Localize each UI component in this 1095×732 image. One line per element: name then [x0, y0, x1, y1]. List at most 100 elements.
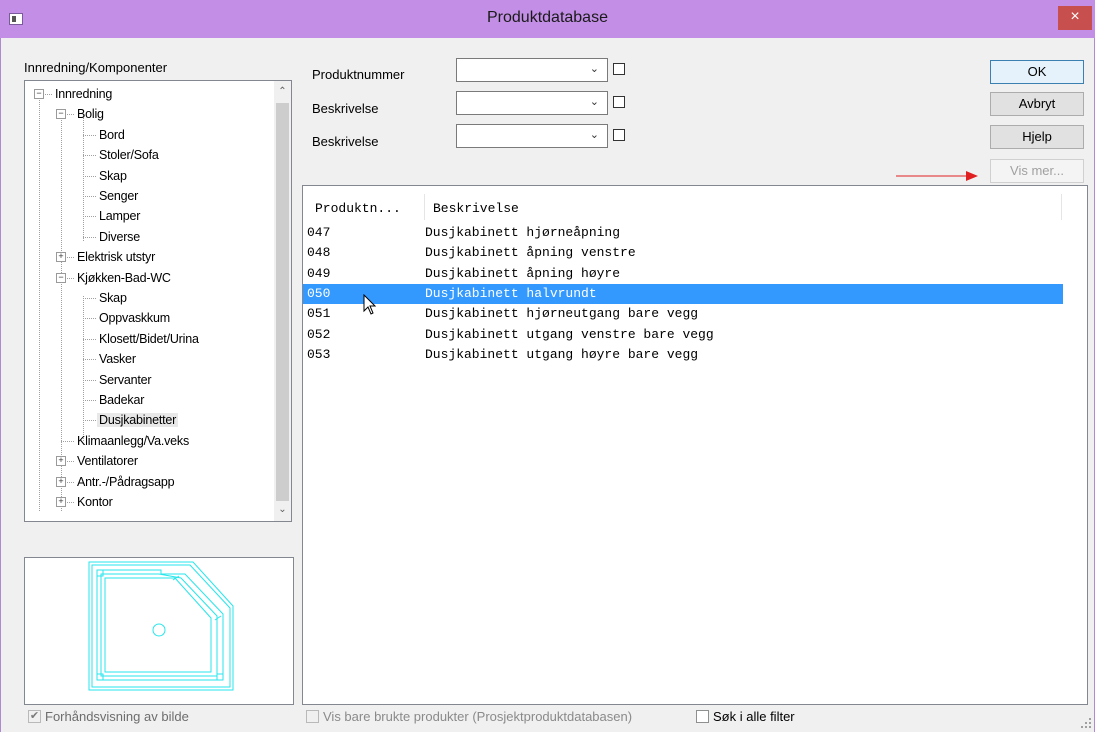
column-divider[interactable] [1061, 194, 1062, 220]
chevron-down-icon: ⌄ [589, 129, 599, 141]
tree-item-label: Badekar [99, 393, 145, 407]
tree-item[interactable]: Dusjkabinetter [97, 411, 179, 429]
tree-connector [83, 236, 96, 238]
tree-item[interactable]: Skap [97, 289, 129, 307]
tree-connector [83, 379, 96, 381]
tree-connector [83, 216, 96, 218]
search-all-toggle[interactable]: Søk i alle filter [696, 709, 795, 724]
table-row[interactable]: 052 Dusjkabinett utgang venstre bare vegg [303, 325, 1063, 345]
show-more-button[interactable]: Vis mer... [990, 159, 1084, 183]
product-number-filter-checkbox[interactable] [613, 63, 625, 75]
cell-product-number: 053 [307, 346, 331, 362]
expand-icon[interactable]: + [56, 456, 66, 467]
cell-description: Dusjkabinett åpning venstre [425, 245, 636, 261]
collapse-icon[interactable]: − [56, 272, 66, 283]
tree-connector [83, 400, 96, 401]
preview-image [24, 557, 294, 705]
expand-icon[interactable]: + [56, 476, 66, 487]
tree-item-label: Klimaanlegg/Va.veks [77, 433, 190, 448]
tree-item-label: Stoler/Sofa [99, 148, 159, 163]
column-divider[interactable] [424, 194, 425, 220]
preview-checkbox[interactable]: ✔ [28, 710, 41, 723]
tree-connector [83, 196, 96, 197]
collapse-icon[interactable]: − [34, 89, 44, 99]
tree-item-label: Antr.-/Pådragsapp [77, 474, 175, 489]
expand-icon[interactable]: + [56, 252, 66, 263]
tree-content: Innredning − Bolig − Bord Stoler/Sofa Skap Seng… [25, 81, 275, 521]
description-2-filter-checkbox[interactable] [613, 129, 625, 141]
tree-item-label: Kontor [77, 495, 113, 509]
scroll-thumb[interactable] [276, 103, 289, 501]
tree-item-label: Ventilatorer [77, 454, 138, 469]
ok-button[interactable]: OK [990, 60, 1084, 84]
tree-connector [83, 359, 96, 361]
tree-item[interactable]: Vasker [97, 350, 138, 368]
table-row[interactable]: 049 Dusjkabinett åpning høyre [303, 264, 1063, 284]
mouse-cursor-icon [363, 294, 377, 315]
tree-item[interactable]: Senger [97, 187, 140, 205]
column-header-description[interactable]: Beskrivelse [433, 186, 519, 220]
tree-item-label: Senger [99, 189, 139, 203]
tree-item[interactable]: Lamper [97, 207, 142, 225]
tree-item[interactable]: Stoler/Sofa [97, 146, 161, 164]
tree-connector [83, 134, 96, 136]
expand-icon[interactable]: + [56, 497, 66, 507]
tree-item[interactable]: Diverse [97, 228, 142, 246]
cell-description: Dusjkabinett utgang høyre bare vegg [425, 346, 699, 362]
tree-item-label: Skap [99, 168, 127, 183]
title-bar[interactable]: Produktdatabase × [0, 0, 1095, 38]
resize-grip-icon[interactable] [1080, 717, 1092, 729]
tree-item-label: Vasker [99, 352, 136, 367]
tree-guide-line [39, 95, 40, 511]
shower-cabinet-drawing [88, 561, 234, 691]
tree-item[interactable]: Servanter [97, 371, 153, 389]
tree-guide-line [61, 115, 62, 511]
tree-item[interactable]: Elektrisk utstyr [75, 248, 157, 266]
table-row[interactable]: 053 Dusjkabinett utgang høyre bare vegg [303, 345, 1063, 365]
tree-connector [83, 318, 96, 320]
preview-toggle[interactable]: ✔ Forhåndsvisning av bilde [28, 709, 189, 724]
scroll-down-icon[interactable]: ⌄ [274, 501, 291, 519]
column-header-product-number[interactable]: Produktn... [315, 186, 401, 220]
description-combo-1[interactable]: ⌄ [456, 91, 608, 115]
cell-description: Dusjkabinett hjørneutgang bare vegg [425, 306, 699, 322]
table-row[interactable]: 048 Dusjkabinett åpning venstre [303, 243, 1063, 263]
product-number-combo[interactable]: ⌄ [456, 58, 608, 82]
filter-label-description-1: Beskrivelse [312, 101, 379, 116]
tree-scrollbar[interactable]: ⌃ ⌄ [274, 81, 291, 521]
cancel-button[interactable]: Avbryt [990, 92, 1084, 116]
description-1-filter-checkbox[interactable] [613, 96, 625, 108]
search-all-checkbox[interactable] [696, 710, 709, 723]
tree-connector [83, 298, 96, 299]
tree-connector [61, 440, 74, 442]
table-row[interactable]: 050 Dusjkabinett halvrundt [303, 283, 1063, 304]
tree-item[interactable]: Bolig [75, 105, 106, 123]
tree-item[interactable]: Ventilatorer [75, 452, 140, 470]
table-row[interactable]: 047 Dusjkabinett hjørneåpning [303, 223, 1063, 243]
tree-item[interactable]: Badekar [97, 391, 146, 409]
table-row[interactable]: 051 Dusjkabinett hjørneutgang bare vegg [303, 304, 1063, 324]
scroll-up-icon[interactable]: ⌃ [274, 83, 291, 101]
tree-item[interactable]: Klimaanlegg/Va.veks [75, 432, 191, 450]
close-button[interactable]: × [1058, 6, 1092, 30]
tree-item[interactable]: Oppvaskkum [97, 309, 172, 327]
category-tree[interactable]: Innredning − Bolig − Bord Stoler/Sofa Skap Seng… [24, 80, 292, 522]
tree-item[interactable]: Kjøkken-Bad-WC [75, 269, 173, 287]
tree-item[interactable]: Klosett/Bidet/Urina [97, 330, 201, 348]
tree-item[interactable]: Skap [97, 167, 129, 185]
tree-item[interactable]: Innredning [53, 85, 114, 103]
cell-product-number: 049 [307, 265, 331, 281]
tree-item[interactable]: Kontor [75, 493, 115, 511]
used-only-toggle[interactable]: Vis bare brukte produkter (Prosjektprodu… [306, 709, 632, 724]
product-list[interactable]: Produktn... Beskrivelse 047 Dusjkabinett … [302, 185, 1088, 705]
tree-item-label: Kjøkken-Bad-WC [77, 270, 171, 285]
filter-label-product-number: Produktnummer [312, 67, 405, 82]
tree-item-label: Diverse [99, 229, 140, 244]
help-button[interactable]: Hjelp [990, 125, 1084, 149]
tree-item-label: Bolig [77, 107, 104, 122]
tree-item[interactable]: Bord [97, 126, 127, 144]
description-combo-2[interactable]: ⌄ [456, 124, 608, 148]
collapse-icon[interactable]: − [56, 109, 66, 120]
tree-item[interactable]: Antr.-/Pådragsapp [75, 473, 176, 491]
used-only-checkbox[interactable] [306, 710, 319, 723]
